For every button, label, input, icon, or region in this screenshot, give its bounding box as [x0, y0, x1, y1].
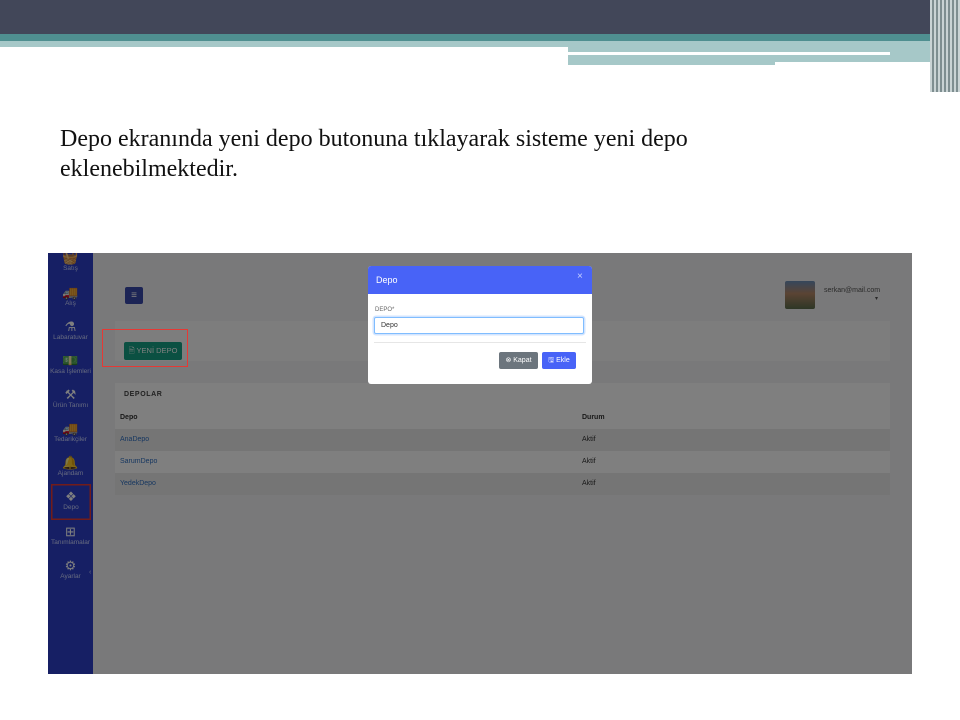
close-icon[interactable]: × [577, 271, 583, 282]
add-button[interactable]: 🖫 Ekle [542, 352, 576, 369]
modal-divider [374, 342, 586, 343]
depot-name-input[interactable] [374, 317, 584, 334]
slide-accent-band [0, 34, 960, 41]
depot-modal: Depo × DEPO* ⊗ Kapat 🖫 Ekle [368, 266, 592, 384]
slide-white-stripe-2 [775, 62, 945, 65]
depot-field-label: DEPO* [375, 307, 395, 313]
close-button[interactable]: ⊗ Kapat [499, 352, 538, 369]
app-screenshot: 🧺 Satış 🚚 Alış ⚗ Labaratuvar 💵 Kasa İşle… [48, 253, 912, 674]
slide-corner-decoration [930, 0, 960, 92]
modal-title: Depo [376, 275, 398, 285]
slide-white-stripe [568, 52, 890, 55]
slide-description: Depo ekranında yeni depo butonuna tıklay… [60, 126, 688, 182]
new-button-highlight [102, 329, 188, 367]
modal-header: Depo × [368, 266, 592, 294]
slide-light-band [0, 41, 568, 47]
slide-header-band [0, 0, 960, 34]
